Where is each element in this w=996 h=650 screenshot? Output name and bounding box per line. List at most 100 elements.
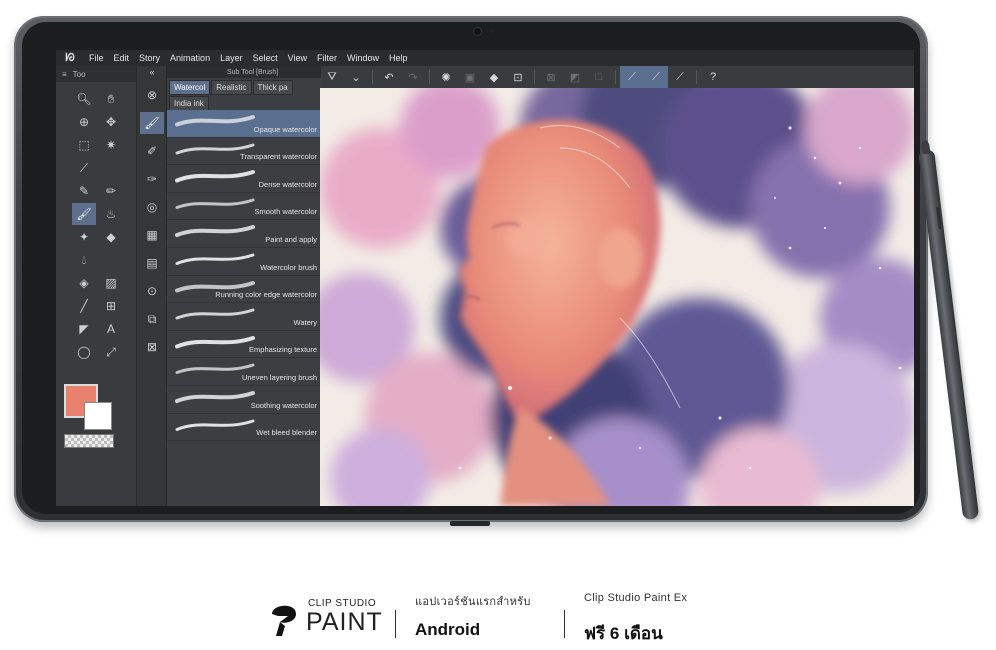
tab-watercolor[interactable]: Watercol [169,80,211,95]
oil-paint-icon[interactable]: ✐ [140,140,164,162]
eyedropper-icon[interactable]: ⟋ [72,157,96,179]
collapse-chevron-icon[interactable]: « [140,66,164,78]
tablet-device: ᘗ File Edit Story Animation Layer Select… [14,16,928,526]
airbrush-icon[interactable]: ♨ [99,203,123,225]
pencil-icon[interactable]: ✏︎ [99,180,123,202]
undo-icon[interactable]: ↶ [377,66,401,88]
brush-item[interactable]: Dense watercolor [167,165,321,193]
redo-icon[interactable]: ↷ [401,66,425,88]
blank-slot [99,157,123,179]
sub-color-swatch[interactable] [84,402,112,430]
menu-story[interactable]: Story [134,53,165,63]
front-camera [474,28,481,35]
brush-item-label: Running color edge watercolor [215,290,317,300]
decoration-icon[interactable]: ✦ [72,226,96,248]
eraser-icon[interactable]: ◆ [99,226,123,248]
texture-icon[interactable]: ◎ [140,196,164,218]
platform-label: Android [415,620,481,639]
footer-divider [564,610,565,638]
menu-help[interactable]: Help [384,53,413,63]
brush-item[interactable]: Uneven layering brush [167,358,321,386]
save-icon[interactable]: ⛛ [320,66,344,88]
brush-item[interactable]: Running color edge watercolor [167,276,321,304]
delete-icon[interactable]: ⊠ [140,336,164,358]
chevron-down-icon[interactable]: ⌄ [344,66,368,88]
logo-text-bottom: PAINT [306,608,383,636]
brush-stroke-preview [175,308,255,320]
brush-item[interactable]: Wet bleed blender [167,414,321,442]
frame-icon[interactable]: ⊞ [99,295,123,317]
invert-selection-icon[interactable]: ◩ [563,66,587,88]
grid-snap-icon[interactable]: ⟋ [668,66,692,88]
ruler-snap-icon[interactable]: ⟋ [620,66,644,88]
brush-list: Opaque watercolor Transparent watercolor D… [167,110,321,442]
app-screen: ᘗ File Edit Story Animation Layer Select… [56,50,914,506]
ruler-icon[interactable]: ◤ [72,318,96,340]
pen-icon[interactable]: ✎ [72,180,96,202]
tab-realistic[interactable]: Realistic [211,80,252,95]
menu-edit[interactable]: Edit [109,53,135,63]
layers-stack-icon[interactable]: ▤ [140,252,164,274]
fill-icon[interactable]: ◆ [482,66,506,88]
menu-window[interactable]: Window [342,53,384,63]
menu-animation[interactable]: Animation [165,53,215,63]
special-ruler-snap-icon[interactable]: ⟋ [644,66,668,88]
brush-icon[interactable]: 🖌︎ [72,203,96,225]
menu-layer[interactable]: Layer [215,53,248,63]
blend-icon[interactable]: 💧︎ [72,249,96,271]
help-icon[interactable]: ? [701,66,725,88]
brush-item-label: Wet bleed blender [256,428,317,438]
brush-item[interactable]: Transparent watercolor [167,138,321,166]
menu-select[interactable]: Select [248,53,283,63]
selection-icon[interactable]: ⬚ [72,134,96,156]
brush-item[interactable]: Smooth watercolor [167,193,321,221]
brush-item[interactable]: Watery [167,303,321,331]
brush-item-label: Dense watercolor [258,179,317,189]
brush-item[interactable]: Soothing watercolor [167,386,321,414]
clip-studio-logo: CLIP STUDIO PAINT [266,598,382,638]
transparent-color-swatch[interactable] [64,434,114,448]
menu-filter[interactable]: Filter [312,53,342,63]
correct-line-icon[interactable]: ⤢ [99,341,123,363]
layer-property-icon[interactable]: ⊙ [140,280,164,302]
tab-india-ink[interactable]: India ink [169,96,209,111]
watercolor-group-icon[interactable]: 🖌︎ [140,112,164,134]
gradient-icon[interactable]: ▨ [99,272,123,294]
menu-view[interactable]: View [283,53,312,63]
brush-item[interactable]: Watercolor brush [167,248,321,276]
menu-lines-icon[interactable]: ≡ [62,70,67,79]
selection-border-icon[interactable]: □ [587,66,611,88]
footer-divider [395,610,396,638]
brush-item-label: Uneven layering brush [241,372,317,382]
product-name: Clip Studio Paint Ex [584,592,688,604]
deselect-icon[interactable]: ⊠ [539,66,563,88]
move-icon[interactable]: ✥ [99,111,123,133]
brush-item-label: Soothing watercolor [250,400,317,410]
app-logo-icon[interactable]: ᘗ [56,52,84,65]
toolbar-divider [615,70,616,84]
brush-item[interactable]: Opaque watercolor [167,110,321,138]
gear-icon[interactable]: ⊗ [140,84,164,106]
text-icon[interactable]: A [99,318,123,340]
tab-thick-paint[interactable]: Thick pa [252,80,293,95]
operation-icon[interactable]: ⊕ [72,111,96,133]
fill-icon[interactable]: ◈ [72,272,96,294]
layers-icon[interactable]: ⧉ [140,308,164,330]
color-swatches [64,384,124,448]
brush-item[interactable]: Paint and apply [167,220,321,248]
toolbar-divider [696,70,697,84]
transform-icon[interactable]: ⊡ [506,66,530,88]
brush-stroke-preview [175,198,255,209]
india-ink-icon[interactable]: ✑ [140,168,164,190]
brush-item[interactable]: Emphasizing texture [167,331,321,359]
magic-wand-icon[interactable]: ✷ [99,134,123,156]
spinner-icon[interactable]: ✺ [434,66,458,88]
clear-icon[interactable]: ▣ [458,66,482,88]
figure-icon[interactable]: ╱ [72,295,96,317]
drawing-canvas[interactable] [320,88,914,506]
balloon-icon[interactable]: ◯ [72,341,96,363]
layer-icon[interactable]: ▦ [140,224,164,246]
menu-file[interactable]: File [84,53,109,63]
zoom-icon[interactable]: 🔍︎ [72,88,96,110]
hand-icon[interactable]: ✋︎ [99,88,123,110]
